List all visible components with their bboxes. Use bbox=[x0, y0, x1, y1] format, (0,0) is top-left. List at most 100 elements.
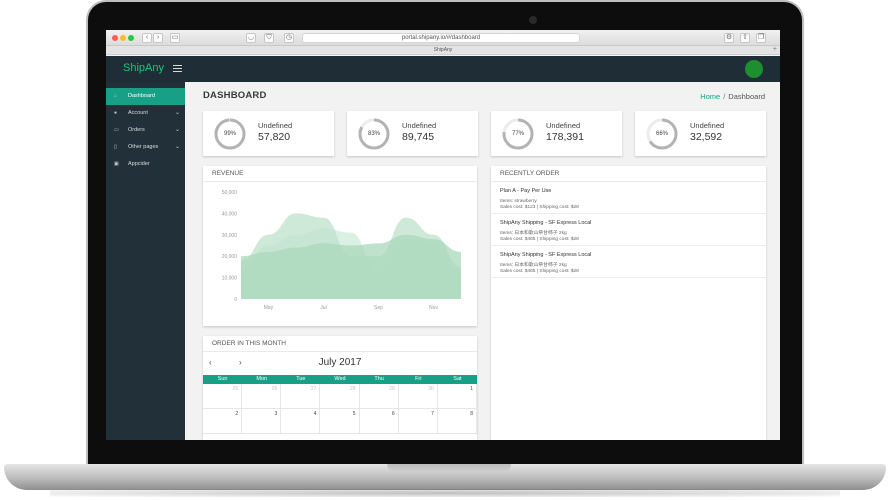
sidebar: ⌂ Dashboard ● Account ⌄ ▭ Orders ⌄ ▯ Oth… bbox=[106, 82, 185, 440]
browser-toolbar: ‹ › ▭ ◡ ⛉ ◷ portal.shipany.io/#/dashboar… bbox=[106, 30, 780, 46]
calendar-day[interactable]: 7 bbox=[398, 409, 438, 434]
stat-percent: 99% bbox=[223, 131, 236, 137]
order-costs: Sales cost: $465 | Shipping cost: $28 bbox=[500, 269, 579, 274]
calendar-day[interactable]: 26 bbox=[242, 384, 282, 409]
calendar-day[interactable]: 4 bbox=[281, 409, 321, 434]
calendar-day[interactable]: 8 bbox=[437, 409, 477, 434]
stat-value: 57,820 bbox=[258, 131, 291, 143]
stat-value: 32,592 bbox=[690, 131, 723, 143]
share-icon[interactable]: ⇧ bbox=[740, 33, 750, 43]
calendar-panel: ORDER IN THIS MONTH July 2017 ‹ › Sun Mo… bbox=[203, 336, 477, 440]
x-tick-label: May bbox=[264, 305, 274, 311]
app-icon: ▣ bbox=[114, 161, 119, 167]
stat-card: 66% Undefined 32,592 bbox=[635, 111, 766, 156]
calendar-grid: 25 26 27 28 29 30 1 2 3 4 5 6 7 8 bbox=[203, 384, 477, 434]
back-arrow-icon[interactable]: ‹ bbox=[142, 33, 152, 43]
minimize-window-icon[interactable] bbox=[120, 35, 126, 41]
stat-label: Undefined bbox=[402, 121, 437, 130]
weekday-label: Sun bbox=[217, 376, 228, 382]
breadcrumb-home-link[interactable]: Home bbox=[700, 92, 720, 101]
maximize-window-icon[interactable] bbox=[128, 35, 134, 41]
new-tab-icon[interactable]: + bbox=[773, 46, 777, 54]
calendar-weekdays: Sun Mon Tue Wed Thu Fri Sat bbox=[203, 375, 477, 384]
y-tick-label: 30,000 bbox=[222, 233, 238, 239]
chevron-down-icon: ⌄ bbox=[174, 110, 180, 116]
x-tick-label: Nov bbox=[429, 305, 438, 311]
y-tick-label: 20,000 bbox=[222, 254, 238, 260]
history-icon[interactable]: ◷ bbox=[284, 33, 294, 43]
weekday-label: Thu bbox=[374, 376, 384, 382]
revenue-chart: 50,000 40,000 30,000 20,000 10,000 0 May Jul Sep… bbox=[222, 190, 461, 311]
x-tick-label: Jul bbox=[320, 305, 326, 311]
prev-month-icon[interactable]: ‹ bbox=[209, 358, 212, 367]
calendar-day[interactable]: 6 bbox=[359, 409, 399, 434]
forward-arrow-icon[interactable]: › bbox=[153, 33, 163, 43]
screen: ‹ › ▭ ◡ ⛉ ◷ portal.shipany.io/#/dashboar… bbox=[106, 30, 780, 440]
calendar-day[interactable]: 28 bbox=[320, 384, 360, 409]
address-bar[interactable]: portal.shipany.io/#/dashboard bbox=[302, 33, 580, 43]
panel-title: ORDER IN THIS MONTH bbox=[212, 340, 286, 347]
stat-card: 77% Undefined 178,391 bbox=[491, 111, 622, 156]
avatar[interactable] bbox=[745, 60, 763, 78]
sidebar-toggle-icon[interactable]: ▭ bbox=[170, 33, 180, 43]
shield-icon[interactable]: ⛉ bbox=[264, 33, 274, 43]
app: ShipAny ⌂ Dashboard ● Account ⌄ ▭ Orders… bbox=[106, 56, 780, 440]
calendar-day[interactable]: 3 bbox=[242, 409, 282, 434]
order-costs: Sales cost: $123 | Shipping cost: $28 bbox=[500, 205, 579, 210]
sidebar-item-other-pages[interactable]: ▯ Other pages ⌄ bbox=[106, 139, 185, 156]
close-window-icon[interactable] bbox=[112, 35, 118, 41]
pocket-icon[interactable]: ◡ bbox=[246, 33, 256, 43]
stat-percent: 66% bbox=[655, 131, 668, 137]
revenue-panel: REVENUE 50,000 40,000 30,000 20,000 10,000 0 M… bbox=[203, 166, 477, 326]
calendar-day[interactable]: 30 bbox=[398, 384, 438, 409]
breadcrumb-separator: / bbox=[723, 92, 726, 101]
stat-card: 99% Undefined 57,820 bbox=[203, 111, 334, 156]
list-item[interactable]: Plan A - Pay Per Use Items: strawberry S… bbox=[491, 182, 766, 214]
next-month-icon[interactable]: › bbox=[239, 358, 242, 367]
sidebar-item-orders[interactable]: ▭ Orders ⌄ bbox=[106, 122, 185, 139]
sidebar-item-label: Account bbox=[128, 110, 148, 116]
sidebar-item-dashboard[interactable]: ⌂ Dashboard bbox=[106, 88, 185, 105]
panel-divider bbox=[203, 351, 477, 352]
y-tick-label: 40,000 bbox=[222, 211, 238, 217]
calendar-day[interactable]: 1 bbox=[437, 384, 477, 409]
tabs-icon[interactable]: ❐ bbox=[756, 33, 766, 43]
weekday-label: Wed bbox=[334, 376, 346, 382]
browser-tab[interactable]: ShipAny + bbox=[106, 46, 780, 55]
list-item[interactable]: ShipAny Shipping - SF Express Local Item… bbox=[491, 246, 766, 278]
calendar-day[interactable]: 27 bbox=[281, 384, 321, 409]
calendar-day[interactable]: 5 bbox=[320, 409, 360, 434]
stat-value: 178,391 bbox=[546, 131, 584, 143]
list-item[interactable]: ShipAny Shipping - SF Express Local Item… bbox=[491, 214, 766, 246]
page-title: DASHBOARD bbox=[203, 90, 267, 101]
calendar-day[interactable]: 25 bbox=[203, 384, 243, 409]
sidebar-item-account[interactable]: ● Account ⌄ bbox=[106, 105, 185, 122]
weekday-label: Sat bbox=[453, 376, 462, 382]
settings-icon[interactable]: ⚙ bbox=[724, 33, 734, 43]
brand-logo[interactable]: ShipAny bbox=[123, 62, 164, 74]
sidebar-item-label: Dashboard bbox=[128, 93, 155, 99]
stat-value: 89,745 bbox=[402, 131, 435, 143]
panel-title: REVENUE bbox=[212, 170, 244, 177]
hamburger-menu-icon[interactable] bbox=[173, 65, 182, 72]
weekday-label: Mon bbox=[256, 376, 268, 382]
breadcrumb-current: Dashboard bbox=[728, 92, 765, 101]
tab-title: ShipAny bbox=[433, 47, 453, 53]
calendar-day[interactable]: 29 bbox=[359, 384, 399, 409]
weekday-label: Fri bbox=[415, 376, 422, 382]
stat-percent: 77% bbox=[511, 131, 524, 137]
sidebar-item-label: Other pages bbox=[128, 144, 159, 150]
sidebar-item-appcider[interactable]: ▣ Appcider bbox=[106, 156, 185, 173]
panel-title: RECENTLY ORDER bbox=[500, 170, 560, 177]
x-tick-label: Sep bbox=[374, 305, 383, 311]
stat-label: Undefined bbox=[258, 121, 293, 130]
calendar-day[interactable]: 2 bbox=[203, 409, 243, 434]
camera-dot bbox=[529, 16, 537, 24]
sidebar-item-label: Appcider bbox=[128, 161, 150, 167]
recent-orders-panel: RECENTLY ORDER Plan A - Pay Per Use Item… bbox=[491, 166, 766, 440]
chevron-down-icon: ⌄ bbox=[174, 127, 180, 133]
order-costs: Sales cost: $465 | Shipping cost: $28 bbox=[500, 237, 579, 242]
laptop-notch bbox=[387, 464, 511, 472]
chevron-down-icon: ⌄ bbox=[174, 144, 180, 150]
stat-label: Undefined bbox=[690, 121, 725, 130]
